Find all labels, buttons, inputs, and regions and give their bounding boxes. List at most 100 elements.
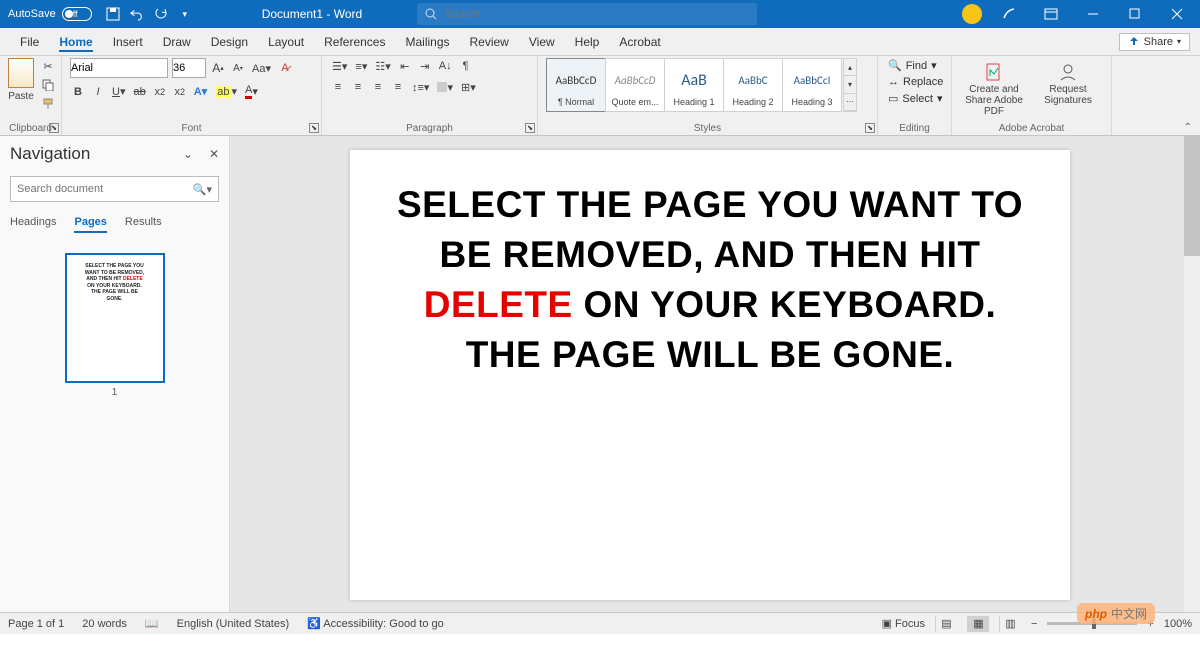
language-indicator[interactable]: English (United States) [177, 618, 290, 630]
nav-search[interactable]: 🔍▾ [10, 176, 219, 202]
nav-tab-results[interactable]: Results [125, 216, 162, 233]
create-pdf-button[interactable]: Create and Share Adobe PDF [960, 58, 1028, 121]
scroll-thumb[interactable] [1184, 136, 1200, 256]
clear-format-icon[interactable]: A̷ [277, 60, 293, 76]
highlight-icon[interactable]: ab▾ [213, 84, 239, 100]
page-thumbnail[interactable]: SELECT THE PAGE YOU WANT TO BE REMOVED, … [65, 253, 165, 383]
numbering-icon[interactable]: ≡▾ [353, 58, 369, 74]
document-area[interactable]: SELECT THE PAGE YOU WANT TO BE REMOVED, … [230, 136, 1200, 612]
line-spacing-icon[interactable]: ↕≡▾ [410, 79, 431, 95]
undo-icon[interactable] [130, 7, 144, 21]
underline-button[interactable]: U▾ [110, 84, 127, 100]
nav-close-icon[interactable]: ✕ [209, 147, 219, 161]
tab-references[interactable]: References [314, 28, 395, 55]
zoom-level[interactable]: 100% [1164, 618, 1192, 630]
nav-search-icon[interactable]: 🔍▾ [193, 183, 212, 196]
align-left-icon[interactable]: ≡ [330, 79, 346, 95]
page-indicator[interactable]: Page 1 of 1 [8, 618, 64, 630]
font-launcher-icon[interactable]: ⬊ [309, 123, 319, 133]
web-layout-icon[interactable]: ▥ [999, 616, 1021, 632]
style-normal[interactable]: AaBbCcD¶ Normal [546, 58, 606, 112]
paste-button[interactable]: Paste [8, 91, 34, 102]
text-effects-icon[interactable]: A▾ [192, 84, 209, 100]
accessibility-indicator[interactable]: ♿ Accessibility: Good to go [307, 617, 444, 630]
paste-icon[interactable] [8, 58, 34, 88]
autosave-toggle[interactable]: AutoSave Off [8, 7, 92, 21]
redo-icon[interactable] [154, 7, 168, 21]
qat-more-icon[interactable]: ▾ [178, 7, 192, 21]
focus-mode[interactable]: ▣ Focus [882, 617, 925, 630]
spellcheck-icon[interactable]: 📖 [145, 617, 159, 630]
tab-help[interactable]: Help [565, 28, 610, 55]
style-quote[interactable]: AaBbCcDQuote em... [605, 58, 665, 112]
italic-button[interactable]: I [90, 84, 106, 100]
show-marks-icon[interactable]: ¶ [458, 58, 474, 74]
subscript-button[interactable]: x2 [152, 84, 168, 100]
find-button[interactable]: 🔍Find▾ [886, 58, 939, 73]
sort-icon[interactable]: A↓ [437, 58, 454, 74]
cut-icon[interactable]: ✂ [40, 58, 56, 74]
tab-insert[interactable]: Insert [103, 28, 153, 55]
shrink-font-icon[interactable]: A▾ [230, 60, 246, 76]
save-icon[interactable] [106, 7, 120, 21]
tab-view[interactable]: View [519, 28, 565, 55]
read-mode-icon[interactable]: ▤ [935, 616, 957, 632]
style-h2[interactable]: AaBbCHeading 2 [723, 58, 783, 112]
borders-icon[interactable]: ⊞▾ [459, 79, 478, 95]
search-box[interactable] [417, 3, 757, 25]
styles-launcher-icon[interactable]: ⬊ [865, 123, 875, 133]
bold-button[interactable]: B [70, 84, 86, 100]
ribbon-display-icon[interactable] [1036, 0, 1066, 28]
font-name-combo[interactable] [70, 58, 168, 78]
word-count[interactable]: 20 words [82, 618, 127, 630]
font-color-icon[interactable]: A▾ [243, 83, 260, 100]
tab-mailings[interactable]: Mailings [395, 28, 459, 55]
nav-tab-pages[interactable]: Pages [74, 216, 106, 233]
styles-more[interactable]: ▴▾⋯ [843, 58, 857, 112]
nav-collapse-icon[interactable]: ⌄ [183, 147, 193, 161]
coming-soon-icon[interactable] [994, 0, 1024, 28]
print-layout-icon[interactable]: ▦ [967, 616, 989, 632]
toggle-switch[interactable]: Off [62, 7, 92, 21]
nav-tab-headings[interactable]: Headings [10, 216, 56, 233]
nav-search-input[interactable] [17, 183, 193, 195]
tab-design[interactable]: Design [201, 28, 258, 55]
format-painter-icon[interactable] [40, 96, 56, 112]
styles-gallery[interactable]: AaBbCcD¶ Normal AaBbCcDQuote em... AaBHe… [546, 58, 857, 112]
bullets-icon[interactable]: ☰▾ [330, 58, 349, 74]
style-h3[interactable]: AaBbCcIHeading 3 [782, 58, 842, 112]
shading-icon[interactable]: ▾ [435, 79, 455, 95]
vertical-scrollbar[interactable] [1184, 136, 1200, 612]
select-button[interactable]: ▭Select▾ [886, 91, 945, 106]
increase-indent-icon[interactable]: ⇥ [417, 58, 433, 74]
change-case-icon[interactable]: Aa▾ [250, 60, 273, 76]
justify-icon[interactable]: ≡ [390, 79, 406, 95]
zoom-out-icon[interactable]: − [1031, 618, 1037, 630]
request-sign-button[interactable]: Request Signatures [1034, 58, 1102, 110]
align-right-icon[interactable]: ≡ [370, 79, 386, 95]
document-page[interactable]: SELECT THE PAGE YOU WANT TO BE REMOVED, … [350, 150, 1070, 600]
minimize-icon[interactable] [1078, 0, 1108, 28]
decrease-indent-icon[interactable]: ⇤ [397, 58, 413, 74]
clipboard-launcher-icon[interactable]: ⬊ [49, 123, 59, 133]
font-size-combo[interactable] [172, 58, 206, 78]
multilevel-icon[interactable]: ☷▾ [373, 58, 392, 74]
tab-acrobat[interactable]: Acrobat [609, 28, 670, 55]
superscript-button[interactable]: x2 [172, 84, 188, 100]
collapse-ribbon-icon[interactable]: ⌃ [1184, 122, 1192, 133]
user-avatar[interactable] [962, 4, 982, 24]
search-input[interactable] [445, 8, 749, 20]
tab-file[interactable]: File [10, 28, 49, 55]
strikethrough-button[interactable]: ab [131, 84, 147, 100]
close-icon[interactable] [1162, 0, 1192, 28]
align-center-icon[interactable]: ≡ [350, 79, 366, 95]
paragraph-launcher-icon[interactable]: ⬊ [525, 123, 535, 133]
replace-button[interactable]: ↔Replace [886, 75, 945, 89]
style-h1[interactable]: AaBHeading 1 [664, 58, 724, 112]
tab-home[interactable]: Home [49, 28, 102, 55]
share-button[interactable]: Share▾ [1119, 33, 1190, 51]
maximize-icon[interactable] [1120, 0, 1150, 28]
grow-font-icon[interactable]: A▴ [210, 60, 226, 76]
tab-review[interactable]: Review [460, 28, 519, 55]
tab-draw[interactable]: Draw [153, 28, 201, 55]
